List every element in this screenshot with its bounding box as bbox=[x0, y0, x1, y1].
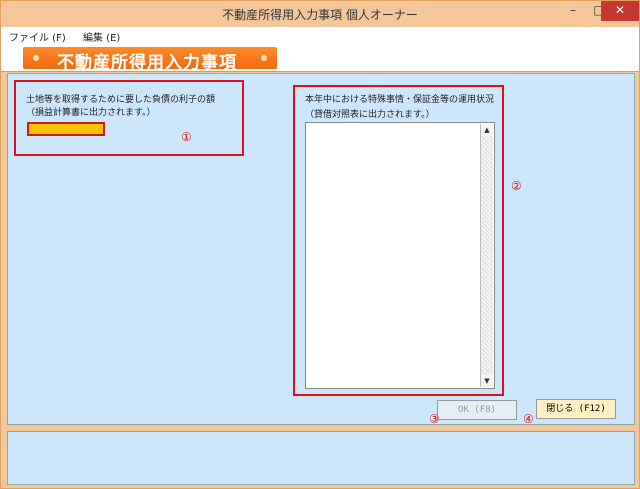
minimize-button[interactable]: – bbox=[560, 1, 586, 21]
special-circumstances-textarea[interactable]: ▲ ▼ bbox=[305, 122, 495, 389]
menu-bar: ファイル (F) 編集 (E) bbox=[1, 27, 639, 44]
interest-label: 土地等を取得するために要した負債の利子の額 bbox=[26, 95, 216, 105]
close-button[interactable]: 閉じる (F12) bbox=[536, 399, 616, 419]
page-title: 不動産所得用入力事項 bbox=[57, 53, 237, 73]
ok-button[interactable]: OK (F8) bbox=[437, 400, 517, 420]
marker-4: ④ bbox=[523, 412, 534, 426]
interest-amount-input[interactable] bbox=[27, 122, 105, 136]
marker-1: ① bbox=[181, 130, 192, 144]
special-circumstances-sublabel: （貸借対照表に出力されます。） bbox=[305, 110, 435, 120]
marker-3: ③ bbox=[429, 412, 440, 426]
vertical-scrollbar[interactable]: ▲ ▼ bbox=[480, 124, 493, 387]
header-area: 不動産所得用入力事項 bbox=[1, 43, 639, 73]
application-window: 不動産所得用入力事項 個人オーナー – □ ✕ ファイル (F) 編集 (E) … bbox=[0, 0, 640, 489]
bullet-icon bbox=[261, 55, 267, 61]
scroll-up-icon[interactable]: ▲ bbox=[481, 124, 493, 136]
page-title-banner: 不動産所得用入力事項 bbox=[23, 47, 277, 73]
menu-file[interactable]: ファイル (F) bbox=[9, 29, 66, 44]
bullet-icon bbox=[33, 55, 39, 61]
scroll-down-icon[interactable]: ▼ bbox=[481, 375, 493, 387]
status-area bbox=[7, 431, 635, 485]
main-panel: 土地等を取得するために要した負債の利子の額 （損益計算書に出力されます。） ① … bbox=[7, 73, 635, 426]
marker-2: ② bbox=[511, 179, 522, 193]
window-title: 不動産所得用入力事項 個人オーナー bbox=[222, 8, 418, 22]
title-bar[interactable]: 不動産所得用入力事項 個人オーナー – □ ✕ bbox=[1, 1, 639, 27]
menu-edit[interactable]: 編集 (E) bbox=[83, 29, 120, 44]
special-circumstances-label: 本年中における特殊事情・保証金等の運用状況 bbox=[305, 95, 495, 105]
interest-sublabel: （損益計算書に出力されます。） bbox=[26, 108, 156, 118]
close-window-button[interactable]: ✕ bbox=[601, 1, 639, 21]
